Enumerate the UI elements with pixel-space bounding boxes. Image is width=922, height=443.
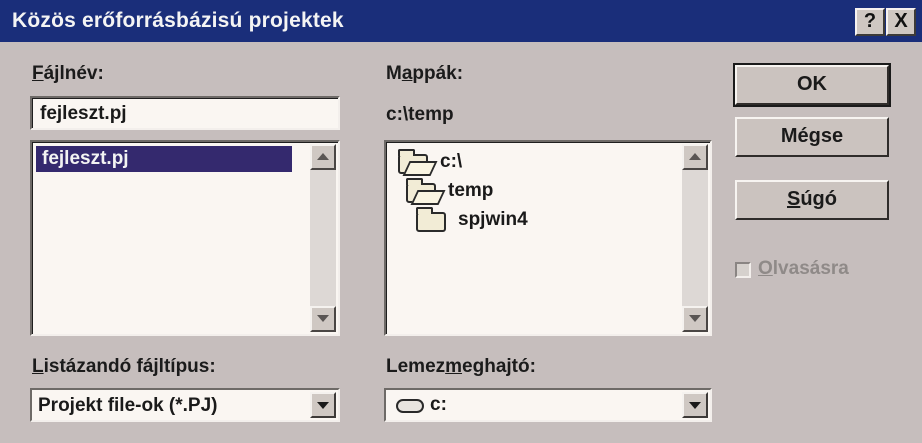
filetype-value: Projekt file-ok (*.PJ) [38,395,218,416]
window-title: Közös erőforrásbázisú projektek [12,9,344,32]
current-path: c:\temp [386,104,454,125]
filename-label: Fájlnév: [32,63,104,84]
scroll-up-button[interactable] [310,144,336,170]
arrow-up-icon [317,153,329,160]
list-item[interactable]: fejleszt.pj [36,146,292,172]
ok-button[interactable]: OK [733,63,891,107]
open-folder-icon [406,178,436,203]
chevron-down-icon [317,402,329,409]
drive-value: c: [430,394,447,415]
help-button[interactable]: Súgó [735,180,889,220]
drive-label: Lemezmeghajtó: [386,356,536,377]
filetype-label: Listázandó fájltípus: [32,356,216,377]
scroll-down-button[interactable] [682,306,708,332]
filetype-select[interactable]: Projekt file-ok (*.PJ) [30,388,340,422]
folder-list[interactable]: c:\ temp spjwin4 [384,140,712,336]
file-list-scrollbar[interactable] [310,144,336,332]
scroll-up-button[interactable] [682,144,708,170]
drive-icon [396,399,424,413]
readonly-label: Olvasásra [758,258,849,279]
filetype-dropdown-button[interactable] [310,392,336,418]
folder-icon [416,207,446,232]
drive-dropdown-button[interactable] [682,392,708,418]
chevron-down-icon [689,402,701,409]
title-bar[interactable]: Közös erőforrásbázisú projektek ? X [0,0,922,42]
folders-label: Mappák: [386,63,464,84]
arrow-down-icon [317,315,329,322]
drive-select[interactable]: c: [384,388,712,422]
folder-list-scrollbar[interactable] [682,144,708,332]
cancel-button[interactable]: Mégse [735,117,889,157]
readonly-checkbox[interactable] [735,262,751,278]
filename-value: fejleszt.pj [40,103,127,124]
arrow-down-icon [689,315,701,322]
arrow-up-icon [689,153,701,160]
open-folder-icon [398,149,428,174]
help-icon[interactable]: ? [855,8,885,36]
filename-input[interactable]: fejleszt.pj [30,96,340,130]
close-icon[interactable]: X [886,8,916,36]
scroll-down-button[interactable] [310,306,336,332]
file-list[interactable]: fejleszt.pj [30,140,340,336]
